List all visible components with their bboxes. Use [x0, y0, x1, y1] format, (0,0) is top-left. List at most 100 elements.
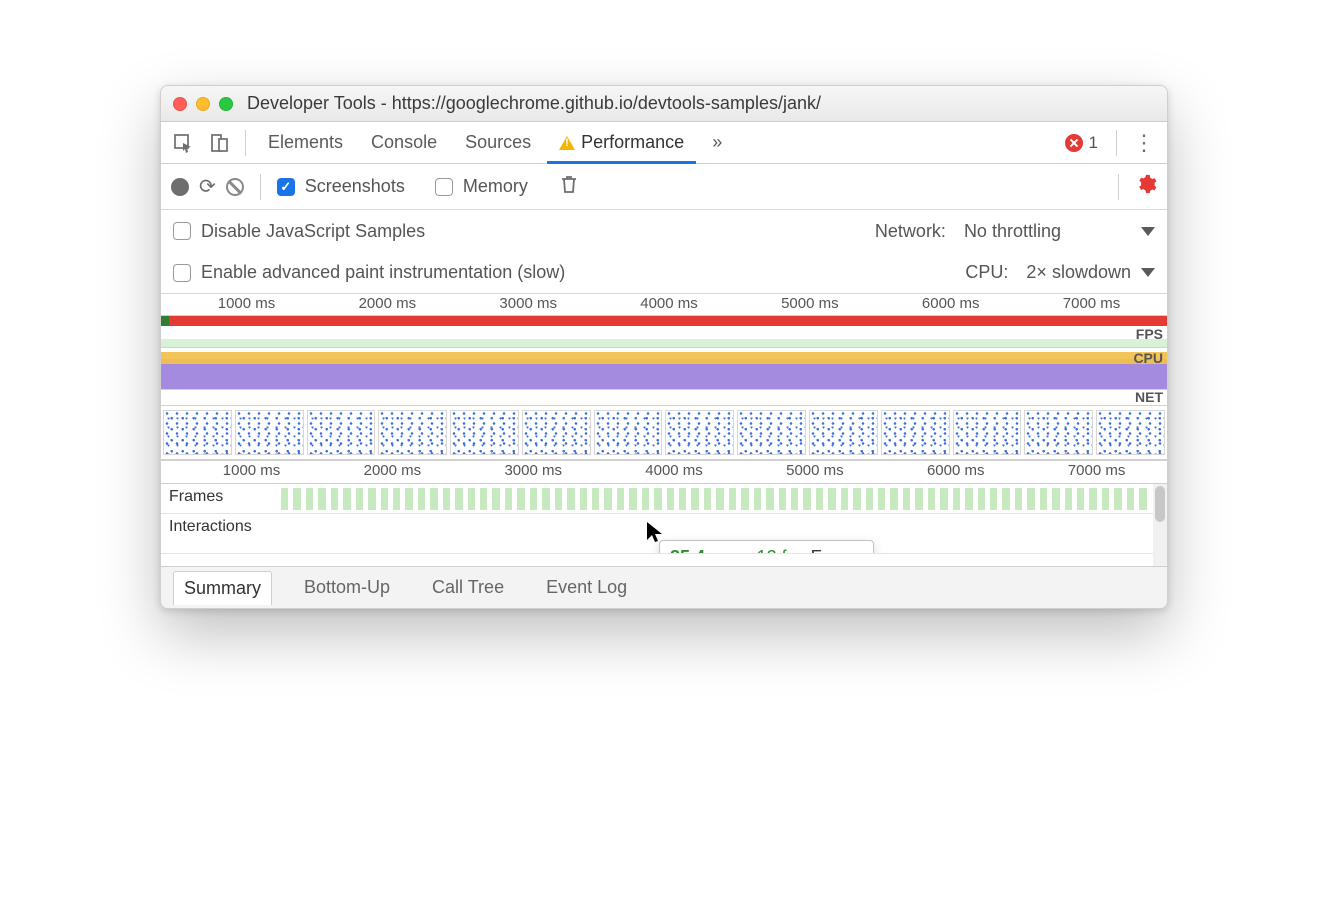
- frame-segment[interactable]: [1089, 488, 1098, 510]
- tab-elements[interactable]: Elements: [256, 122, 355, 164]
- frame-segment[interactable]: [405, 488, 414, 510]
- frame-segment[interactable]: [468, 488, 477, 510]
- frame-segment[interactable]: [617, 488, 626, 510]
- frame-segment[interactable]: [704, 488, 713, 510]
- frame-segment[interactable]: [281, 488, 290, 510]
- frame-segment[interactable]: [1114, 488, 1123, 510]
- frame-segment[interactable]: [679, 488, 688, 510]
- frame-segment[interactable]: [741, 488, 750, 510]
- vertical-scrollbar[interactable]: [1153, 484, 1167, 566]
- frame-segment[interactable]: [642, 488, 651, 510]
- frame-segment[interactable]: [940, 488, 949, 510]
- device-toolbar-icon[interactable]: [203, 127, 235, 159]
- tab-console[interactable]: Console: [359, 122, 449, 164]
- frame-segment[interactable]: [1052, 488, 1061, 510]
- frame-segment[interactable]: [853, 488, 862, 510]
- frame-segment[interactable]: [629, 488, 638, 510]
- frame-segment[interactable]: [866, 488, 875, 510]
- frame-segment[interactable]: [430, 488, 439, 510]
- frame-segment[interactable]: [381, 488, 390, 510]
- frame-segment[interactable]: [890, 488, 899, 510]
- interactions-track[interactable]: Interactions 85.4 ms ~ 12 fps Frame: [161, 514, 1153, 554]
- frame-segment[interactable]: [754, 488, 763, 510]
- frame-segment[interactable]: [803, 488, 812, 510]
- record-button[interactable]: [171, 178, 189, 196]
- close-icon[interactable]: [173, 97, 187, 111]
- frame-segment[interactable]: [1139, 488, 1148, 510]
- interactions-body[interactable]: 85.4 ms ~ 12 fps Frame: [277, 514, 1153, 553]
- frame-segment[interactable]: [716, 488, 725, 510]
- frame-segment[interactable]: [1102, 488, 1111, 510]
- overview-fps-lane[interactable]: FPS: [161, 326, 1167, 348]
- overview-net-lane[interactable]: NET: [161, 390, 1167, 406]
- frame-segment[interactable]: [517, 488, 526, 510]
- frame-segment[interactable]: [915, 488, 924, 510]
- frames-body[interactable]: [277, 484, 1153, 513]
- screenshots-checkbox[interactable]: [277, 178, 295, 196]
- frame-segment[interactable]: [505, 488, 514, 510]
- inspect-element-icon[interactable]: [167, 127, 199, 159]
- network-throttling-select[interactable]: No throttling: [964, 221, 1155, 242]
- tab-performance[interactable]: Performance: [547, 122, 696, 164]
- frame-segment[interactable]: [691, 488, 700, 510]
- frame-segment[interactable]: [580, 488, 589, 510]
- frame-segment[interactable]: [443, 488, 452, 510]
- frame-segment[interactable]: [318, 488, 327, 510]
- frame-segment[interactable]: [393, 488, 402, 510]
- disable-js-checkbox[interactable]: [173, 222, 191, 240]
- tabs-overflow[interactable]: »: [700, 122, 734, 164]
- frame-segment[interactable]: [667, 488, 676, 510]
- frame-segment[interactable]: [729, 488, 738, 510]
- frame-segment[interactable]: [567, 488, 576, 510]
- frame-segment[interactable]: [1015, 488, 1024, 510]
- frame-segment[interactable]: [331, 488, 340, 510]
- frame-segment[interactable]: [356, 488, 365, 510]
- minimize-icon[interactable]: [196, 97, 210, 111]
- frame-segment[interactable]: [530, 488, 539, 510]
- frame-segment[interactable]: [828, 488, 837, 510]
- flamechart-ruler[interactable]: 1000 ms 2000 ms 3000 ms 4000 ms 5000 ms …: [161, 460, 1167, 484]
- frame-segment[interactable]: [1002, 488, 1011, 510]
- more-menu-icon[interactable]: ⋮: [1127, 130, 1161, 156]
- frame-segment[interactable]: [1065, 488, 1074, 510]
- overview-ruler[interactable]: 1000 ms 2000 ms 3000 ms 4000 ms 5000 ms …: [161, 294, 1167, 316]
- tab-sources[interactable]: Sources: [453, 122, 543, 164]
- frame-segment[interactable]: [455, 488, 464, 510]
- collect-garbage-icon[interactable]: [560, 174, 578, 199]
- cpu-throttling-select[interactable]: 2× slowdown: [1026, 262, 1155, 283]
- frame-segment[interactable]: [604, 488, 613, 510]
- frame-segment[interactable]: [418, 488, 427, 510]
- frame-segment[interactable]: [542, 488, 551, 510]
- frame-segment[interactable]: [779, 488, 788, 510]
- tab-call-tree[interactable]: Call Tree: [422, 571, 514, 604]
- frame-segment[interactable]: [841, 488, 850, 510]
- frame-segment[interactable]: [1027, 488, 1036, 510]
- frame-segment[interactable]: [816, 488, 825, 510]
- frame-segment[interactable]: [903, 488, 912, 510]
- frame-segment[interactable]: [293, 488, 302, 510]
- frame-segment[interactable]: [343, 488, 352, 510]
- frame-segment[interactable]: [978, 488, 987, 510]
- error-badge[interactable]: 1: [1057, 133, 1106, 153]
- frame-segment[interactable]: [480, 488, 489, 510]
- frame-segment[interactable]: [928, 488, 937, 510]
- frame-segment[interactable]: [654, 488, 663, 510]
- overview-screenshots[interactable]: [161, 406, 1167, 460]
- frame-segment[interactable]: [965, 488, 974, 510]
- frame-segment[interactable]: [878, 488, 887, 510]
- frame-segment[interactable]: [555, 488, 564, 510]
- scroll-thumb[interactable]: [1155, 486, 1165, 522]
- frame-segment[interactable]: [1040, 488, 1049, 510]
- frames-track[interactable]: Frames: [161, 484, 1153, 514]
- frame-segment[interactable]: [1127, 488, 1136, 510]
- frame-segment[interactable]: [1077, 488, 1086, 510]
- frame-segment[interactable]: [791, 488, 800, 510]
- frame-segment[interactable]: [492, 488, 501, 510]
- tab-bottom-up[interactable]: Bottom-Up: [294, 571, 400, 604]
- frame-segment[interactable]: [306, 488, 315, 510]
- maximize-icon[interactable]: [219, 97, 233, 111]
- advanced-paint-checkbox[interactable]: [173, 264, 191, 282]
- frame-segment[interactable]: [953, 488, 962, 510]
- memory-checkbox[interactable]: [435, 178, 453, 196]
- frame-segment[interactable]: [766, 488, 775, 510]
